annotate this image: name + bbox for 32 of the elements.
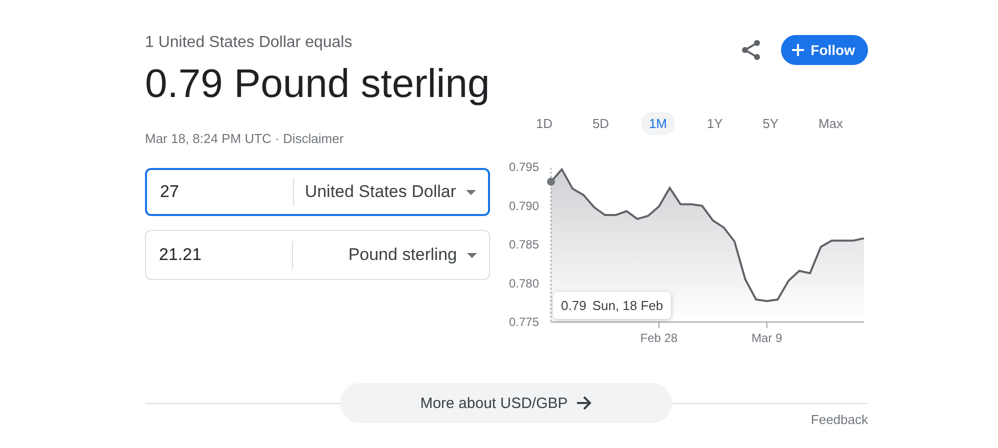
range-tab[interactable]: 5Y: [754, 112, 787, 135]
feedback-link[interactable]: Feedback: [810, 412, 868, 427]
tooltip-date: Sun, 18 Feb: [592, 298, 664, 313]
amount-field[interactable]: 21.21: [146, 245, 292, 265]
range-tab[interactable]: 1Y: [698, 112, 731, 135]
x-axis-label: Mar 9: [752, 331, 782, 345]
currency-dropdown[interactable]: United States Dollar: [294, 182, 488, 202]
more-about-button[interactable]: More about USD/GBP: [340, 383, 672, 423]
arrow-right-icon: [576, 396, 592, 410]
range-tab[interactable]: 1D: [528, 112, 561, 135]
amount-field[interactable]: 27: [147, 182, 293, 202]
range-tab[interactable]: 1M: [640, 112, 675, 135]
y-axis-label: 0.795: [509, 160, 540, 174]
timestamp: Mar 18, 8:24 PM UTC ·: [145, 131, 280, 146]
rate-caption: 1 United States Dollar equals: [145, 34, 354, 52]
range-tab[interactable]: Max: [810, 112, 851, 135]
range-tab[interactable]: 5D: [584, 112, 618, 135]
y-axis-label: 0.785: [509, 238, 540, 252]
y-axis-label: 0.780: [509, 276, 540, 290]
caret-icon: [466, 190, 476, 194]
plus-icon: [790, 43, 805, 57]
rate-result: 0.79 Pound sterling: [145, 62, 490, 107]
y-axis-label: 0.790: [509, 198, 540, 213]
disclaimer-link[interactable]: Disclaimer: [282, 131, 344, 146]
y-axis-label: 0.775: [509, 315, 540, 329]
x-axis-label: Feb 28: [640, 331, 678, 345]
hover-point: [547, 178, 555, 186]
follow-button[interactable]: Follow: [780, 35, 868, 65]
tooltip-value: 0.79: [561, 298, 586, 313]
share-icon[interactable]: [740, 39, 761, 61]
caret-icon: [467, 252, 477, 258]
currency-dropdown[interactable]: Pound sterling: [293, 245, 489, 265]
